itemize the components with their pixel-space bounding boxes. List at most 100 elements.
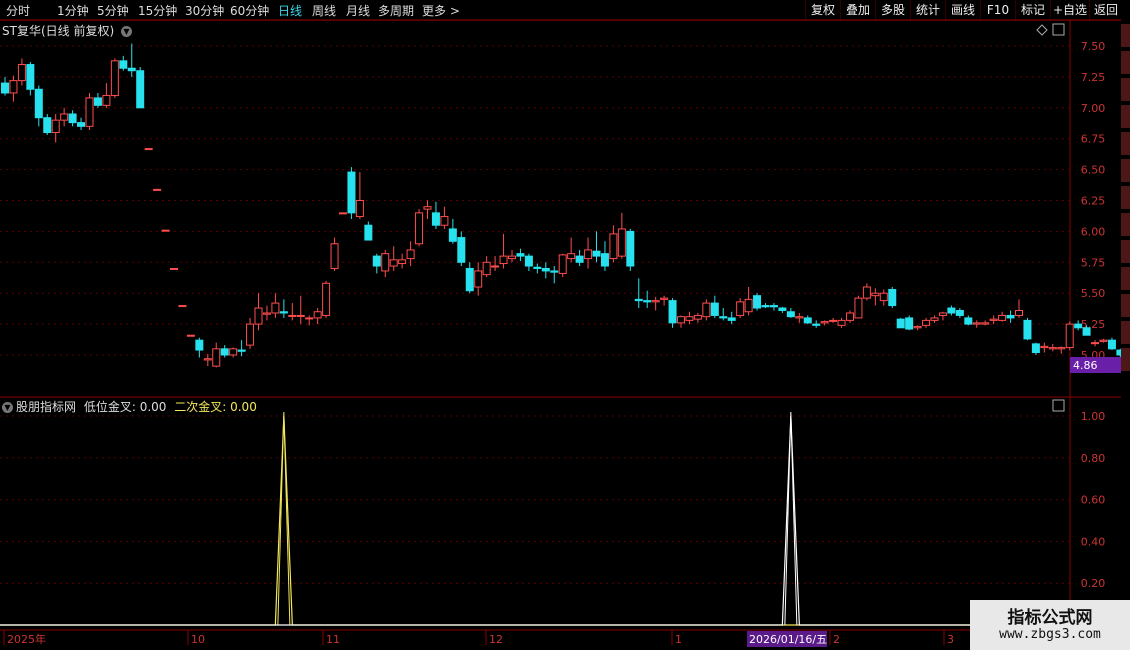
- candle: [871, 288, 880, 306]
- candle: [339, 212, 347, 215]
- candle-body: [609, 233, 618, 260]
- candle: [905, 315, 914, 331]
- candle-body: [795, 316, 804, 319]
- candle-body: [305, 317, 314, 320]
- chevron-down-icon[interactable]: ▼: [2, 402, 13, 413]
- candle-body: [643, 300, 652, 303]
- candle: [1040, 342, 1049, 353]
- candle: [846, 310, 854, 323]
- candle: [499, 233, 508, 269]
- candle-body: [271, 302, 280, 314]
- candle-body: [279, 311, 288, 314]
- candle: [237, 340, 246, 357]
- candle-body: [905, 317, 914, 330]
- candle-body: [736, 301, 745, 316]
- price-tick-label: 7.00: [1081, 102, 1106, 115]
- main-gridlines: [0, 45, 1070, 356]
- candle-body: [474, 270, 483, 288]
- candle: [398, 253, 407, 269]
- candle: [567, 237, 576, 263]
- candle: [584, 237, 593, 269]
- candle-body: [600, 253, 609, 267]
- candle-body: [668, 300, 677, 324]
- candle-body: [913, 326, 922, 329]
- candle-body: [896, 318, 905, 329]
- candle-body: [355, 200, 364, 218]
- candle: [119, 55, 128, 71]
- candle-body: [1006, 314, 1015, 319]
- candle-body: [431, 212, 440, 226]
- candle: [102, 83, 111, 108]
- candle: [609, 225, 618, 263]
- candle: [43, 113, 52, 135]
- candle-body: [567, 253, 576, 260]
- candle: [415, 209, 424, 247]
- window-toggle-icon: [1052, 23, 1065, 36]
- candle: [136, 67, 145, 109]
- price-tick-label: 6.00: [1081, 225, 1106, 238]
- candle: [508, 249, 516, 263]
- candle: [229, 347, 238, 358]
- candle: [17, 58, 26, 86]
- candle: [955, 308, 964, 318]
- x-axis-label: 2025年: [7, 632, 46, 646]
- candle: [474, 262, 483, 296]
- candle-body: [237, 349, 246, 352]
- candle: [930, 315, 939, 323]
- candle-body: [110, 60, 119, 96]
- candle: [1006, 310, 1015, 323]
- indicator-axis-ticks: 0.20 0.40 0.60 0.80 1.00: [1081, 410, 1106, 590]
- x-axis-label: 12: [489, 633, 503, 646]
- candle: [998, 311, 1007, 322]
- candle: [786, 308, 795, 318]
- date-highlight: 2026/01/16/五: [749, 633, 827, 646]
- candle: [981, 320, 990, 326]
- candle-body: [144, 148, 153, 151]
- candle: [685, 311, 694, 325]
- candle: [1057, 346, 1066, 354]
- candle: [347, 167, 356, 220]
- candle-body: [989, 318, 998, 321]
- candle-body: [1040, 345, 1049, 349]
- candle: [491, 256, 500, 271]
- stock-title-row: ST复华(日线 前复权) ▼: [2, 22, 132, 39]
- candle: [964, 315, 973, 326]
- price-axis-ticks: 5.005.255.505.756.006.256.506.757.007.25…: [1081, 40, 1106, 362]
- candle: [719, 308, 728, 321]
- candle: [440, 206, 449, 229]
- indicator-tick-label: 0.80: [1081, 452, 1106, 465]
- candle: [170, 267, 178, 270]
- indicator-param-1: 低位金叉: 0.00: [83, 400, 167, 414]
- candle-body: [769, 305, 778, 308]
- indicator-gridlines: [0, 415, 1070, 584]
- candle-body: [195, 339, 204, 351]
- candle: [34, 85, 43, 127]
- candle-body: [43, 117, 52, 134]
- chevron-down-icon[interactable]: ▼: [120, 26, 132, 37]
- candle-body: [524, 255, 533, 267]
- last-price-tag: 4.86: [1073, 359, 1098, 372]
- candle-body: [246, 323, 255, 346]
- candle-body: [854, 297, 863, 319]
- candle-body: [77, 122, 86, 127]
- candle-body: [440, 216, 449, 226]
- candle: [448, 219, 457, 244]
- candle-body: [322, 282, 331, 316]
- candle-body: [617, 228, 626, 257]
- candle: [1065, 321, 1074, 351]
- candle-body: [998, 314, 1007, 321]
- candle: [660, 295, 669, 306]
- candle-body: [170, 267, 178, 270]
- candle: [533, 263, 542, 274]
- candle-body: [423, 206, 432, 210]
- candle-body: [17, 64, 26, 82]
- window-toggle-icon-2: [1052, 399, 1065, 412]
- candle-body: [1057, 347, 1066, 350]
- stock-chart[interactable]: 5.005.255.505.756.006.256.506.757.007.25…: [0, 0, 1130, 650]
- candle: [972, 320, 981, 328]
- indicator-tick-label: 0.20: [1081, 577, 1106, 590]
- candle: [389, 246, 398, 271]
- candle: [178, 305, 187, 308]
- candle: [888, 287, 897, 309]
- candle: [744, 287, 753, 316]
